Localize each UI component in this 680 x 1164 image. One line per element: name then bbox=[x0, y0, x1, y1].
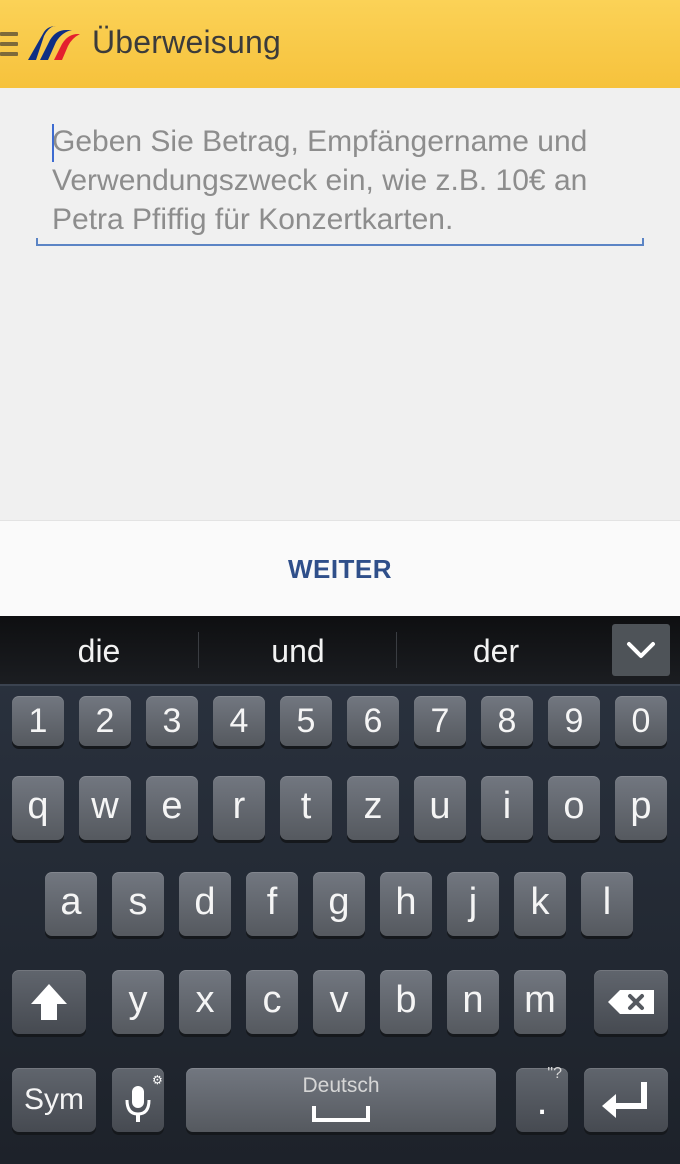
key-f[interactable]: f bbox=[246, 872, 298, 936]
key-2[interactable]: 2 bbox=[79, 696, 131, 746]
transfer-text-input[interactable] bbox=[38, 118, 644, 238]
key-a[interactable]: a bbox=[45, 872, 97, 936]
key-n[interactable]: n bbox=[447, 970, 499, 1034]
app-header: Überweisung bbox=[0, 0, 680, 88]
page-title: Überweisung bbox=[92, 24, 281, 60]
key-u[interactable]: u bbox=[414, 776, 466, 840]
key-t[interactable]: t bbox=[280, 776, 332, 840]
key-o[interactable]: o bbox=[548, 776, 600, 840]
bank-logo-icon bbox=[28, 26, 80, 60]
key-v[interactable]: v bbox=[313, 970, 365, 1034]
space-icon bbox=[312, 1106, 370, 1122]
shift-arrow-icon bbox=[31, 984, 67, 1020]
soft-keyboard: die und der 1 2 3 4 5 6 7 8 9 0 q w e r … bbox=[0, 616, 680, 1164]
key-d[interactable]: d bbox=[179, 872, 231, 936]
suggestion-bar: die und der bbox=[0, 616, 680, 686]
key-6[interactable]: 6 bbox=[347, 696, 399, 746]
key-q[interactable]: q bbox=[12, 776, 64, 840]
key-8[interactable]: 8 bbox=[481, 696, 533, 746]
key-5[interactable]: 5 bbox=[280, 696, 332, 746]
key-3[interactable]: 3 bbox=[146, 696, 198, 746]
key-g[interactable]: g bbox=[313, 872, 365, 936]
suggestion-item[interactable]: der bbox=[397, 616, 595, 684]
key-0[interactable]: 0 bbox=[615, 696, 667, 746]
key-c[interactable]: c bbox=[246, 970, 298, 1034]
suggestion-item[interactable]: die bbox=[0, 616, 198, 684]
key-e[interactable]: e bbox=[146, 776, 198, 840]
key-7[interactable]: 7 bbox=[414, 696, 466, 746]
key-z[interactable]: z bbox=[347, 776, 399, 840]
weiter-button[interactable]: WEITER bbox=[240, 541, 440, 597]
main-content bbox=[0, 88, 680, 520]
microphone-icon: ⚙ bbox=[125, 1073, 163, 1122]
space-language-label: Deutsch bbox=[302, 1074, 380, 1097]
key-p[interactable]: p bbox=[615, 776, 667, 840]
sym-key[interactable]: Sym bbox=[12, 1068, 96, 1132]
collapse-suggestions-button[interactable] bbox=[612, 624, 670, 676]
bottom-action-bar: WEITER bbox=[0, 520, 680, 617]
key-y[interactable]: y bbox=[112, 970, 164, 1034]
key-j[interactable]: j bbox=[447, 872, 499, 936]
key-b[interactable]: b bbox=[380, 970, 432, 1034]
key-9[interactable]: 9 bbox=[548, 696, 600, 746]
key-m[interactable]: m bbox=[514, 970, 566, 1034]
key-r[interactable]: r bbox=[213, 776, 265, 840]
period-key[interactable]: "? . bbox=[516, 1065, 568, 1132]
menu-icon[interactable] bbox=[0, 32, 18, 58]
transfer-input-wrapper bbox=[38, 118, 644, 250]
shift-key[interactable] bbox=[12, 970, 86, 1034]
enter-key[interactable] bbox=[584, 1068, 668, 1132]
key-x[interactable]: x bbox=[179, 970, 231, 1034]
input-underline bbox=[36, 238, 644, 246]
backspace-icon bbox=[608, 990, 654, 1014]
key-l[interactable]: l bbox=[581, 872, 633, 936]
key-i[interactable]: i bbox=[481, 776, 533, 840]
key-h[interactable]: h bbox=[380, 872, 432, 936]
key-1[interactable]: 1 bbox=[12, 696, 64, 746]
key-s[interactable]: s bbox=[112, 872, 164, 936]
enter-arrow-icon bbox=[602, 1082, 647, 1118]
key-w[interactable]: w bbox=[79, 776, 131, 840]
chevron-down-icon bbox=[627, 642, 655, 658]
key-4[interactable]: 4 bbox=[213, 696, 265, 746]
text-cursor bbox=[52, 124, 54, 162]
svg-text:⚙: ⚙ bbox=[152, 1073, 163, 1087]
key-k[interactable]: k bbox=[514, 872, 566, 936]
backspace-key[interactable] bbox=[594, 970, 668, 1034]
suggestion-item[interactable]: und bbox=[199, 616, 397, 684]
voice-input-key[interactable]: ⚙ bbox=[112, 1068, 164, 1132]
period-label: . bbox=[536, 1079, 548, 1123]
space-bar[interactable]: Deutsch bbox=[186, 1068, 496, 1132]
